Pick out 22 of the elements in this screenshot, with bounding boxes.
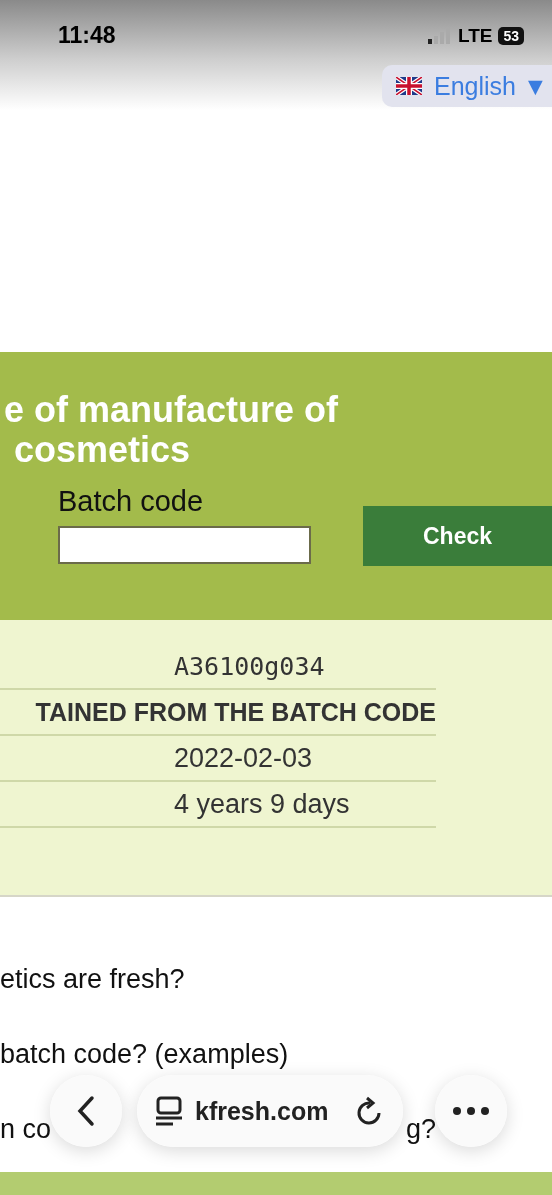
batch-code-value: A36100g034 (174, 651, 325, 681)
check-button[interactable]: Check (363, 506, 552, 566)
status-time: 11:48 (58, 22, 116, 49)
network-label: LTE (457, 24, 493, 47)
page-title: e of manufacture of (3, 390, 340, 430)
table-header: TAINED FROM THE BATCH CODE (35, 697, 436, 727)
faq-link[interactable]: g? (405, 1113, 436, 1145)
table-cell: 4 years 9 days (174, 788, 350, 820)
url-text: kfresh.com (195, 1096, 330, 1126)
page-menu-icon (155, 1095, 183, 1127)
faq-link[interactable]: batch code? (examples) (0, 1039, 289, 1069)
battery-level: 53 (498, 26, 524, 45)
flag-icon (396, 77, 422, 95)
page-title: cosmetics (13, 430, 192, 470)
batch-code-field[interactable] (58, 526, 311, 564)
table-cell: 2022-02-03 (174, 742, 313, 774)
faq-link[interactable]: n co (0, 1113, 52, 1145)
address-bar[interactable]: kfresh.com (137, 1075, 403, 1147)
back-icon (77, 1095, 95, 1127)
more-icon (452, 1106, 490, 1116)
field-label: Batch code (58, 484, 204, 518)
faq-link[interactable]: etics are fresh? (0, 964, 185, 994)
